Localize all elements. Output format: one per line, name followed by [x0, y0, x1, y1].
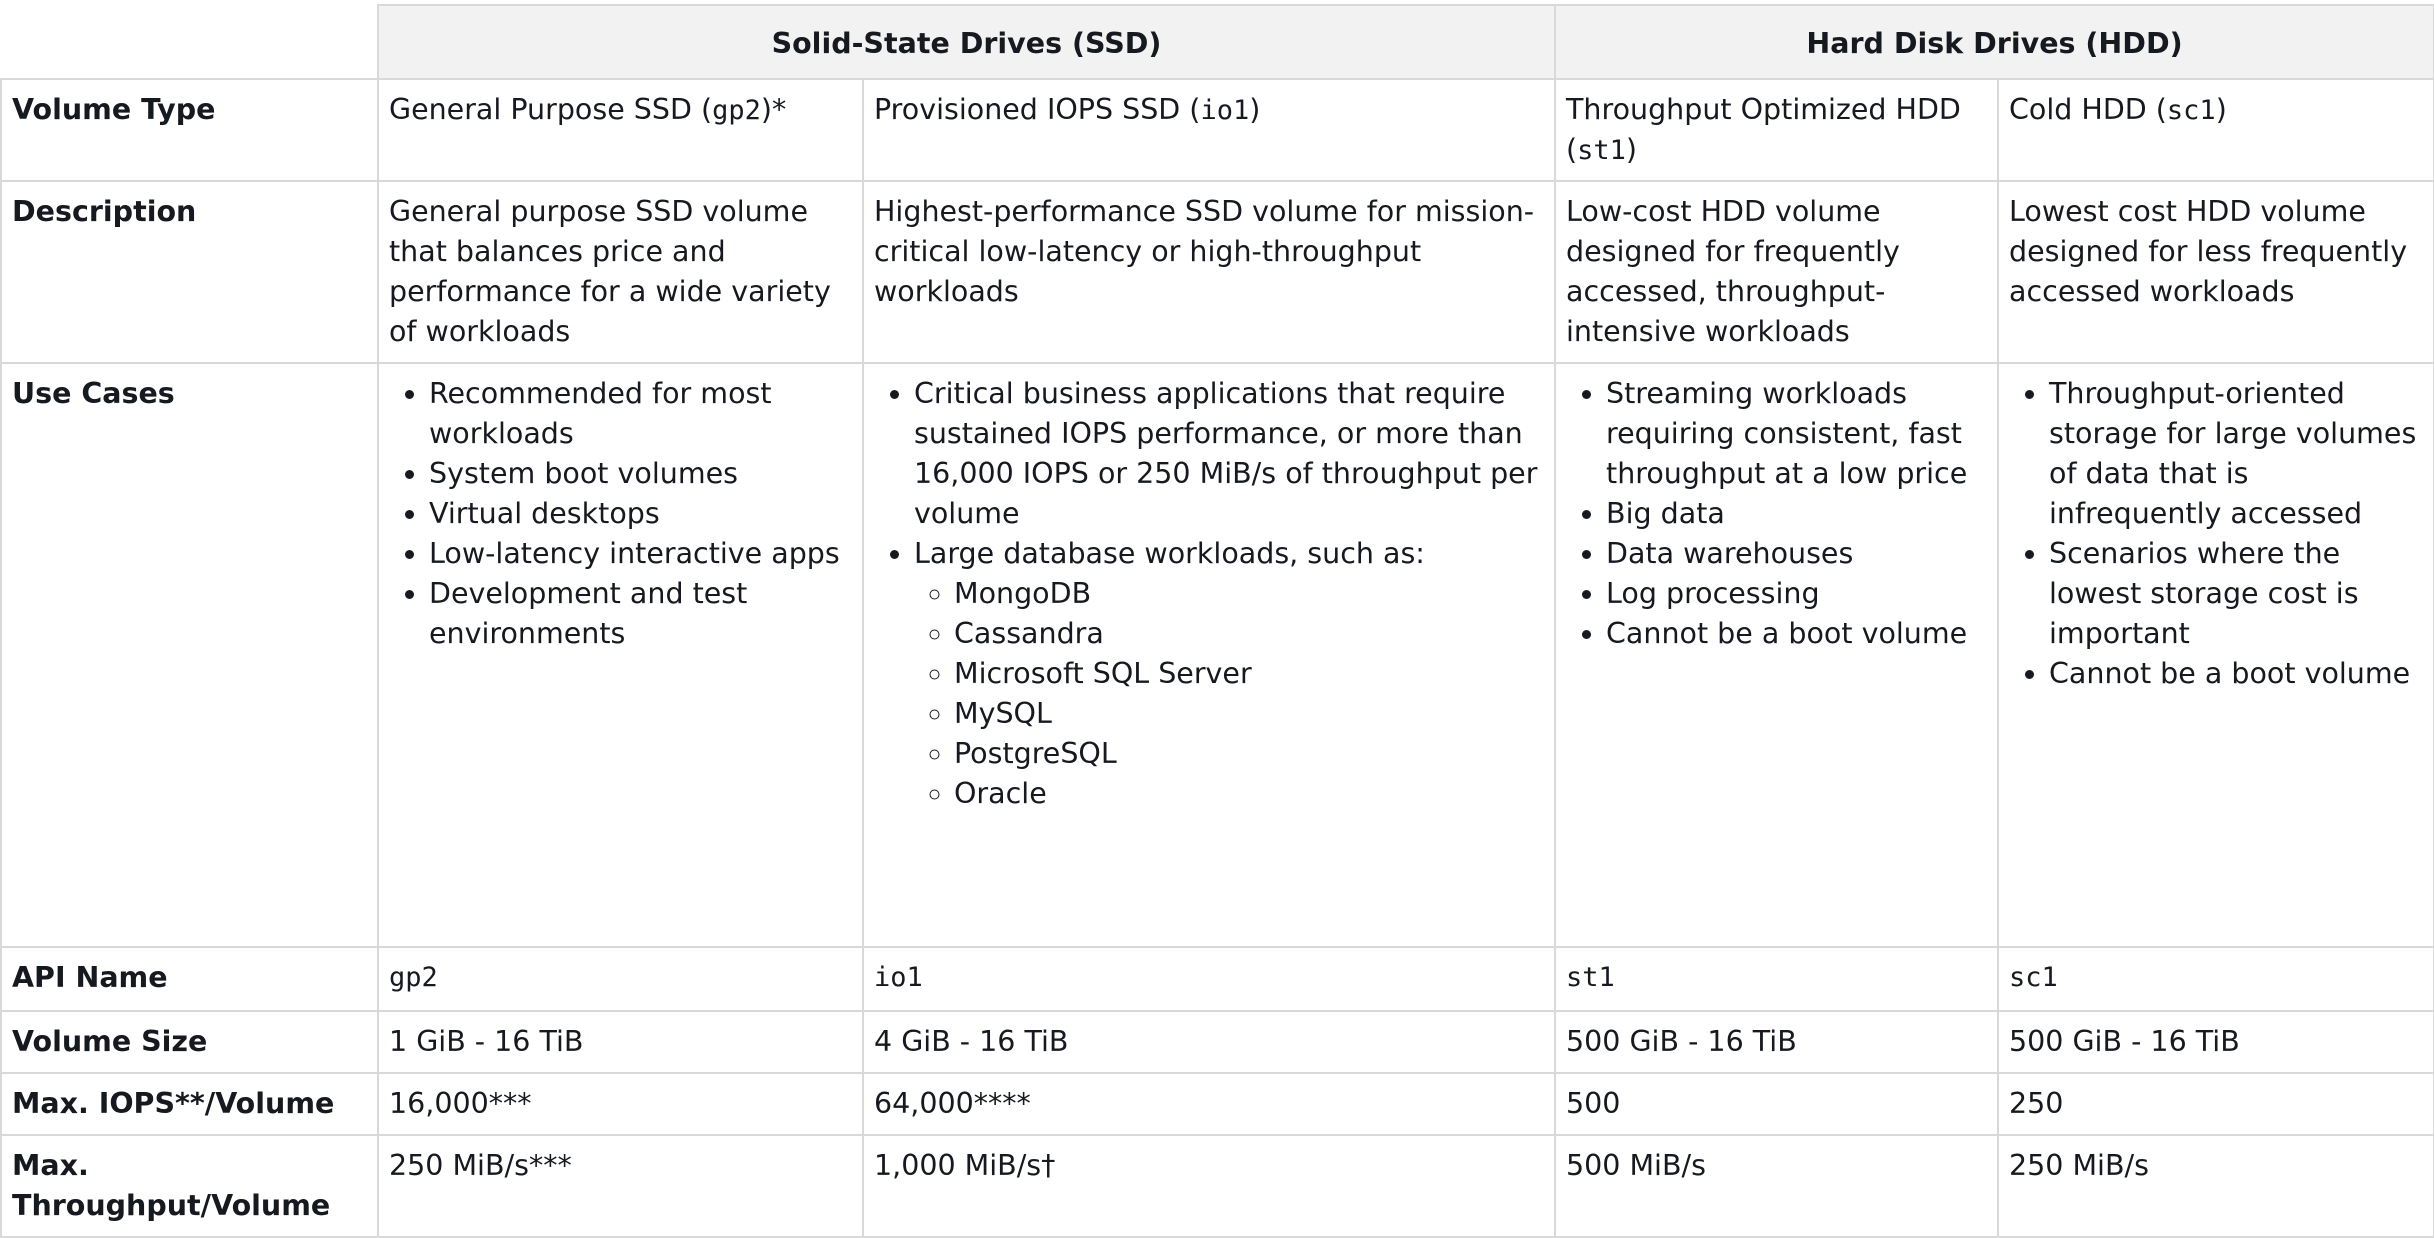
volume-type-name: Cold HDD (	[2009, 93, 2167, 126]
use-case-item: Streaming workloads requiring consistent…	[1606, 374, 1987, 494]
row-label-volume-size: Volume Size	[0, 1010, 379, 1074]
use-case-item: Cannot be a boot volume	[1606, 614, 1987, 654]
volume-type-suffix: )	[1249, 93, 1261, 126]
group-header-ssd: Solid-State Drives (SSD)	[376, 4, 1557, 80]
volume-type-code: st1	[1577, 135, 1626, 166]
row-label-api-name: API Name	[0, 946, 379, 1012]
volume-type-suffix: )	[2215, 93, 2227, 126]
volume-size-cell: 500 GiB - 16 TiB	[1997, 1010, 2434, 1074]
use-cases-cell: Streaming workloads requiring consistent…	[1554, 362, 2000, 948]
row-label-line: Max.	[12, 1149, 89, 1182]
use-case-item: Big data	[1606, 494, 1987, 534]
use-case-item: Log processing	[1606, 574, 1987, 614]
use-cases-cell: Critical business applications that requ…	[861, 362, 1557, 948]
use-case-item: Development and test environments	[429, 574, 852, 654]
max-iops-cell: 16,000***	[377, 1072, 864, 1136]
max-iops-cell: 250	[1997, 1072, 2434, 1136]
volume-type-name: Provisioned IOPS SSD (	[874, 93, 1201, 126]
use-cases-cell: Recommended for most workloads System bo…	[377, 362, 864, 948]
description-row: Description General purpose SSD volume t…	[0, 180, 2434, 364]
use-case-item: Recommended for most workloads	[429, 374, 852, 454]
use-case-item: Data warehouses	[1606, 534, 1987, 574]
use-cases-row: Use Cases Recommended for most workloads…	[0, 362, 2434, 948]
api-name-cell: sc1	[1997, 946, 2434, 1012]
api-name-cell: st1	[1554, 946, 2000, 1012]
database-list: MongoDB Cassandra Microsoft SQL Server M…	[914, 574, 1544, 814]
volume-size-cell: 4 GiB - 16 TiB	[861, 1010, 1557, 1074]
row-label-line: Throughput/Volume	[12, 1189, 331, 1222]
row-label-max-iops: Max. IOPS**/Volume	[0, 1072, 379, 1136]
volume-type-cell: General Purpose SSD (gp2)*	[377, 78, 864, 182]
api-name-cell: gp2	[377, 946, 864, 1012]
volume-type-cell: Throughput Optimized HDD (st1)	[1554, 78, 2000, 182]
use-case-item: Throughput-oriented storage for large vo…	[2049, 374, 2423, 534]
ebs-volume-types-table: Solid-State Drives (SSD) Hard Disk Drive…	[0, 4, 2434, 1238]
volume-size-cell: 1 GiB - 16 TiB	[377, 1010, 864, 1074]
database-item: MongoDB	[954, 574, 1544, 614]
max-iops-cell: 500	[1554, 1072, 2000, 1136]
description-cell: Low-cost HDD volume designed for frequen…	[1554, 180, 2000, 364]
volume-size-cell: 500 GiB - 16 TiB	[1554, 1010, 2000, 1074]
api-name-row: API Name gp2 io1 st1 sc1	[0, 946, 2434, 1012]
use-case-item: Critical business applications that requ…	[914, 374, 1544, 534]
volume-type-code: gp2	[712, 95, 761, 126]
use-case-list: Critical business applications that requ…	[874, 374, 1544, 814]
volume-type-code: io1	[1200, 95, 1250, 126]
max-iops-cell: 64,000****	[861, 1072, 1557, 1136]
use-case-text: Large database workloads, such as:	[914, 537, 1425, 570]
volume-type-cell: Cold HDD (sc1)	[1997, 78, 2434, 182]
row-label-volume-type: Volume Type	[0, 78, 379, 182]
use-case-list: Streaming workloads requiring consistent…	[1566, 374, 1987, 654]
description-cell: Lowest cost HDD volume designed for less…	[1997, 180, 2434, 364]
volume-type-name: General Purpose SSD (	[389, 93, 713, 126]
use-case-item: Scenarios where the lowest storage cost …	[2049, 534, 2423, 654]
use-cases-cell: Throughput-oriented storage for large vo…	[1997, 362, 2434, 948]
database-item: MySQL	[954, 694, 1544, 734]
volume-size-row: Volume Size 1 GiB - 16 TiB 4 GiB - 16 Ti…	[0, 1010, 2434, 1074]
use-case-list: Recommended for most workloads System bo…	[389, 374, 852, 654]
use-case-item: Low-latency interactive apps	[429, 534, 852, 574]
max-iops-row: Max. IOPS**/Volume 16,000*** 64,000**** …	[0, 1072, 2434, 1136]
volume-type-suffix: )*	[760, 93, 787, 126]
database-item: Oracle	[954, 774, 1544, 814]
use-case-item: Virtual desktops	[429, 494, 852, 534]
volume-type-suffix: )	[1625, 133, 1638, 166]
row-label-use-cases: Use Cases	[0, 362, 379, 948]
api-name-cell: io1	[861, 946, 1557, 1012]
description-cell: General purpose SSD volume that balances…	[377, 180, 864, 364]
use-case-item: Cannot be a boot volume	[2049, 654, 2423, 694]
group-header-hdd: Hard Disk Drives (HDD)	[1554, 4, 2434, 80]
volume-type-cell: Provisioned IOPS SSD (io1)	[861, 78, 1557, 182]
database-item: PostgreSQL	[954, 734, 1544, 774]
volume-type-row: Volume Type General Purpose SSD (gp2)* P…	[0, 78, 2434, 182]
database-item: Microsoft SQL Server	[954, 654, 1544, 694]
database-item: Cassandra	[954, 614, 1544, 654]
description-cell: Highest-performance SSD volume for missi…	[861, 180, 1557, 364]
use-case-item: System boot volumes	[429, 454, 852, 494]
volume-type-code: sc1	[2166, 95, 2216, 126]
use-case-list: Throughput-oriented storage for large vo…	[2009, 374, 2423, 694]
corner-cell	[1, 5, 379, 80]
use-case-item: Large database workloads, such as: Mongo…	[914, 534, 1544, 814]
group-header-row: Solid-State Drives (SSD) Hard Disk Drive…	[1, 4, 2434, 80]
row-label-description: Description	[0, 180, 379, 364]
